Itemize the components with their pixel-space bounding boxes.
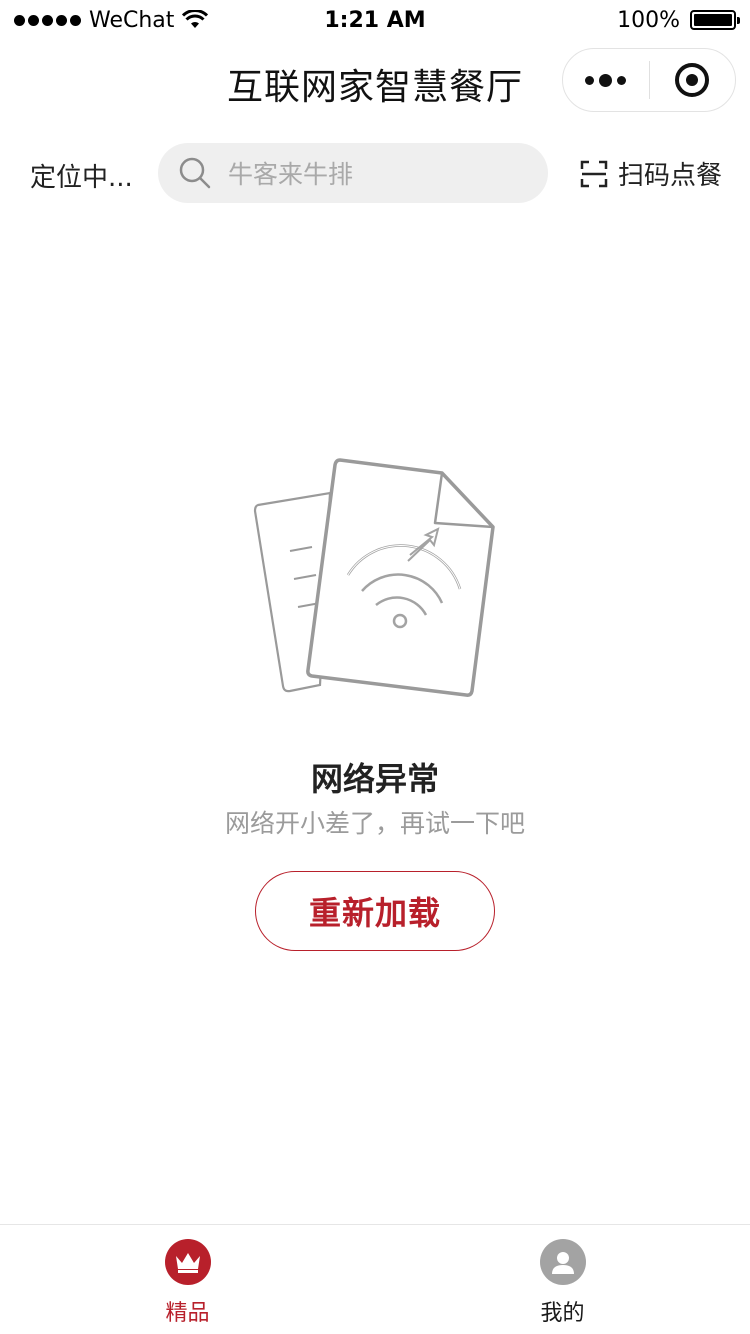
- battery-percent: 100%: [617, 7, 680, 33]
- error-title: 网络异常: [310, 760, 439, 798]
- error-description: 网络开小差了，再试一下吧: [224, 809, 525, 838]
- tab-featured[interactable]: 精品: [0, 1225, 375, 1334]
- no-network-document-icon: [253, 458, 495, 697]
- tab-mine-label: 我的: [540, 1301, 585, 1326]
- tab-bar: 精品 我的: [0, 1224, 750, 1334]
- status-left: WeChat: [14, 7, 209, 33]
- search-row: 定位中... 牛客来牛排 扫码点餐: [0, 143, 750, 203]
- search-placeholder: 牛客来牛排: [228, 160, 354, 189]
- search-input[interactable]: 牛客来牛排: [158, 143, 548, 203]
- scan-order-label: 扫码点餐: [617, 161, 722, 191]
- nav-bar: 互联网家智慧餐厅: [0, 40, 750, 128]
- reload-button[interactable]: 重新加载: [255, 871, 495, 951]
- more-dots-icon: [585, 73, 627, 87]
- user-icon: [539, 1239, 586, 1285]
- scan-icon: [580, 160, 608, 187]
- scan-order-button[interactable]: 扫码点餐: [580, 155, 722, 192]
- tab-mine[interactable]: 我的: [375, 1225, 750, 1334]
- more-button[interactable]: [563, 49, 649, 111]
- crown-icon: [164, 1239, 211, 1285]
- status-right: 100%: [617, 7, 740, 33]
- front-document-shape: [306, 458, 495, 697]
- tab-featured-label: 精品: [165, 1301, 210, 1326]
- search-icon: [179, 157, 211, 189]
- app-screen: WeChat 1:21 AM 100% 互联网家智慧餐厅 定位中... 牛客来牛…: [0, 0, 750, 1334]
- status-bar: WeChat 1:21 AM 100%: [0, 0, 750, 40]
- close-miniprogram-button[interactable]: [650, 49, 736, 111]
- carrier-label: WeChat: [89, 7, 175, 33]
- battery-fill: [694, 14, 732, 26]
- location-selector[interactable]: 定位中...: [30, 157, 133, 194]
- menu-capsule: [562, 48, 736, 112]
- target-icon: [675, 63, 710, 97]
- signal-strength-icon: [14, 14, 81, 26]
- wifi-icon: [182, 10, 209, 28]
- battery-icon: [690, 10, 740, 30]
